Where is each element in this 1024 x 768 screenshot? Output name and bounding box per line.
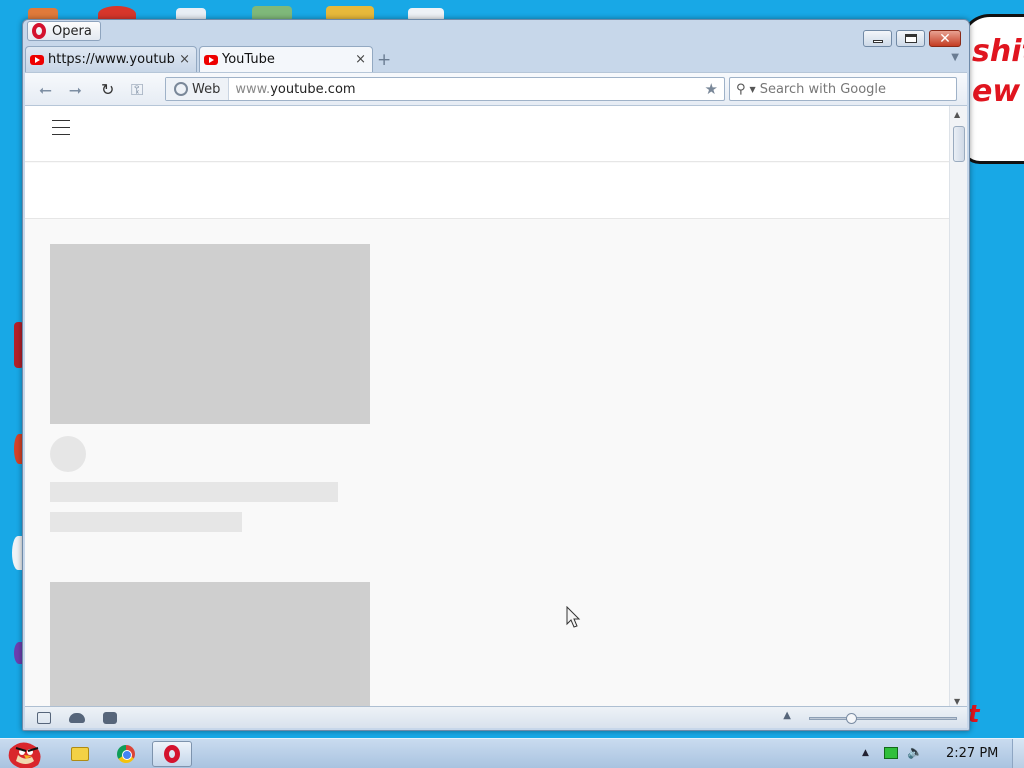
mouse-cursor-icon [566,606,581,628]
arrow-right-icon: ⭢ [69,80,82,99]
back-button[interactable]: ⭠ [39,80,52,100]
cloud-icon[interactable] [69,713,85,723]
tab-close-icon[interactable]: × [355,52,366,67]
reload-button[interactable]: ↻ [101,80,114,99]
video-thumbnail-placeholder[interactable] [50,244,370,424]
zoom-slider[interactable] [809,713,957,724]
address-bar[interactable]: Web www.youtube.com ★ [165,77,725,101]
navigation-toolbar: ⭠ ⭢ ↻ ⚿ Web www.youtube.com ★ ⚲ ▼ [25,72,967,106]
video-meta-placeholder [50,512,242,532]
star-icon[interactable]: ★ [705,80,718,98]
taskbar: ▲ 🔈 2:27 PM [0,738,1024,768]
zoom-slider-knob[interactable] [846,713,857,724]
url-prefix: www. [235,81,271,97]
tab-close-icon[interactable]: × [179,52,190,67]
maximize-icon [904,34,917,43]
reload-icon: ↻ [101,80,115,99]
vertical-scrollbar[interactable]: ▲ ▼ [949,106,967,708]
youtube-favicon-icon [30,54,44,65]
address-url[interactable]: www.youtube.com [235,82,704,97]
volume-icon[interactable]: 🔈 [907,745,923,760]
opera-icon [164,745,180,763]
key-icon: ⚿ [131,80,144,99]
start-button[interactable] [4,739,46,768]
tab-menu-chevron-icon[interactable]: ▼ [951,52,959,63]
close-icon: ✕ [939,30,951,47]
url-domain: youtube.com [270,81,356,97]
taskbar-chrome[interactable] [106,741,146,767]
chrome-icon [117,745,135,763]
search-input[interactable] [759,81,956,97]
forward-button[interactable]: ⭢ [69,80,82,100]
minimize-icon [872,40,883,43]
minimize-button[interactable] [863,30,892,47]
tab-youtube-url[interactable]: https://www.youtube.... × [25,46,197,72]
taskbar-opera[interactable] [152,741,192,767]
scroll-down-icon[interactable]: ▼ [954,697,960,706]
tab-title: YouTube [222,52,275,67]
video-title-placeholder [50,482,338,502]
scrollbar-thumb[interactable] [953,126,965,162]
panel-toggle-icon[interactable] [37,712,51,724]
search-engine-chevron-icon[interactable]: ▼ [750,85,756,94]
opera-menu-label: Opera [52,23,92,39]
turbo-icon[interactable] [103,712,117,724]
show-desktop-button[interactable] [1012,739,1024,768]
new-tab-button[interactable]: + [377,50,391,70]
globe-icon [174,82,188,96]
page-viewport: ▲ ▼ [25,106,967,708]
tray-overflow-icon[interactable]: ▲ [862,748,869,758]
title-bar[interactable]: Opera ✕ [23,20,969,47]
search-box[interactable]: ⚲ ▼ [729,77,957,101]
folder-icon [71,747,89,761]
taskbar-file-explorer[interactable] [60,741,100,767]
tab-strip: https://www.youtube.... × YouTube × + ▼ [25,46,967,72]
key-button[interactable]: ⚿ [131,80,143,100]
taskbar-clock[interactable]: 2:27 PM [946,746,998,761]
video-thumbnail-placeholder[interactable] [50,582,370,708]
arrow-left-icon: ⭠ [39,80,52,99]
tab-youtube[interactable]: YouTube × [199,46,373,72]
channel-avatar-placeholder [50,436,86,472]
opera-logo-icon [32,23,46,39]
status-bar: ▲ [25,706,967,728]
tab-title: https://www.youtube.... [48,52,175,67]
comic-text-line-2: ew [972,74,1021,109]
site-info-label: Web [192,81,221,97]
network-icon[interactable] [884,747,898,759]
opera-menu-button[interactable]: Opera [27,21,101,41]
scroll-up-icon[interactable]: ▲ [954,110,960,119]
youtube-masthead [25,106,949,162]
browser-window: Opera ✕ https://www.youtube.... × YouTub… [22,19,970,731]
hamburger-menu-icon[interactable] [52,120,70,141]
zoom-menu-icon[interactable]: ▲ [783,710,791,721]
youtube-subheader [25,163,949,219]
site-info-badge[interactable]: Web [166,78,230,100]
comic-text-line-1: shit [972,34,1024,69]
youtube-favicon-icon [204,54,218,65]
close-window-button[interactable]: ✕ [929,30,961,47]
search-icon: ⚲ [736,81,746,97]
maximize-button[interactable] [896,30,925,47]
